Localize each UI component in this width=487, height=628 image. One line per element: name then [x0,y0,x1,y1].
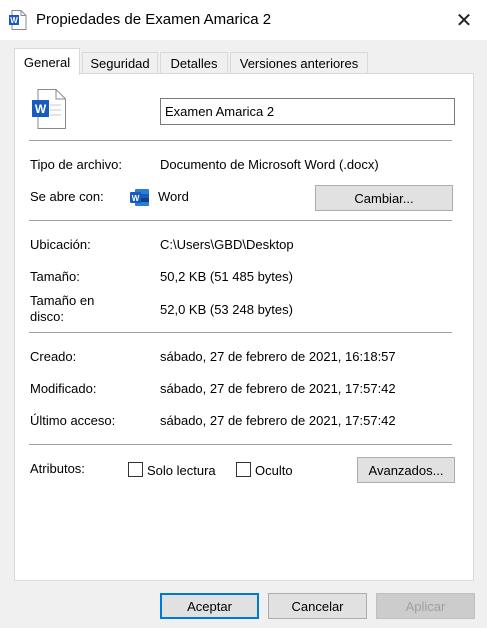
tab-label: Detalles [170,56,218,71]
close-icon: ✕ [455,9,473,32]
size-label: Tamaño: [30,269,80,284]
created-value: sábado, 27 de febrero de 2021, 16:18:57 [160,349,396,364]
file-name-input[interactable] [160,98,455,125]
word-app-icon: W [130,189,149,206]
tab-general[interactable]: General [14,48,80,75]
created-label: Creado: [30,349,77,364]
readonly-checkbox[interactable] [128,462,143,477]
apply-button[interactable]: Aplicar [376,593,475,619]
separator [29,332,452,333]
word-document-icon: W [9,10,27,30]
tab-details[interactable]: Detalles [160,52,228,74]
location-label: Ubicación: [30,237,91,252]
hidden-label: Oculto [255,463,293,478]
readonly-label: Solo lectura [147,463,216,478]
general-panel [14,73,474,581]
tab-label: Versiones anteriores [239,56,359,71]
location-value: C:\Users\GBD\Desktop [160,237,294,252]
separator [29,444,452,445]
accessed-value: sábado, 27 de febrero de 2021, 17:57:42 [160,413,396,428]
tab-label: General [23,54,71,70]
opens-with-value: Word [158,189,189,204]
tab-previous-versions[interactable]: Versiones anteriores [230,52,368,74]
word-document-icon: W [32,89,66,129]
size-value: 50,2 KB (51 485 bytes) [160,269,293,284]
ok-button[interactable]: Aceptar [160,593,259,619]
close-button[interactable]: ✕ [441,0,487,40]
window-title: Propiedades de Examen Amarica 2 [36,11,272,28]
modified-value: sábado, 27 de febrero de 2021, 17:57:42 [160,381,396,396]
opens-with-label: Se abre con: [30,189,104,204]
file-type-label: Tipo de archivo: [30,157,123,172]
separator [29,220,452,221]
modified-label: Modificado: [30,381,97,396]
hidden-checkbox[interactable] [236,462,251,477]
disk-size-value: 52,0 KB (53 248 bytes) [160,302,293,317]
cancel-button[interactable]: Cancelar [268,593,367,619]
disk-size-label: Tamaño en disco: [30,293,95,324]
tab-security[interactable]: Seguridad [82,52,158,74]
tab-label: Seguridad [90,56,150,71]
accessed-label: Último acceso: [30,413,116,428]
title-bar: W Propiedades de Examen Amarica 2 ✕ [0,0,487,40]
svg-text:W: W [132,194,140,203]
attributes-label: Atributos: [30,461,85,476]
svg-text:W: W [10,16,18,25]
change-button[interactable]: Cambiar... [315,185,453,211]
separator [29,140,452,141]
advanced-button[interactable]: Avanzados... [357,457,455,483]
file-type-value: Documento de Microsoft Word (.docx) [160,157,379,172]
svg-text:W: W [35,102,47,116]
